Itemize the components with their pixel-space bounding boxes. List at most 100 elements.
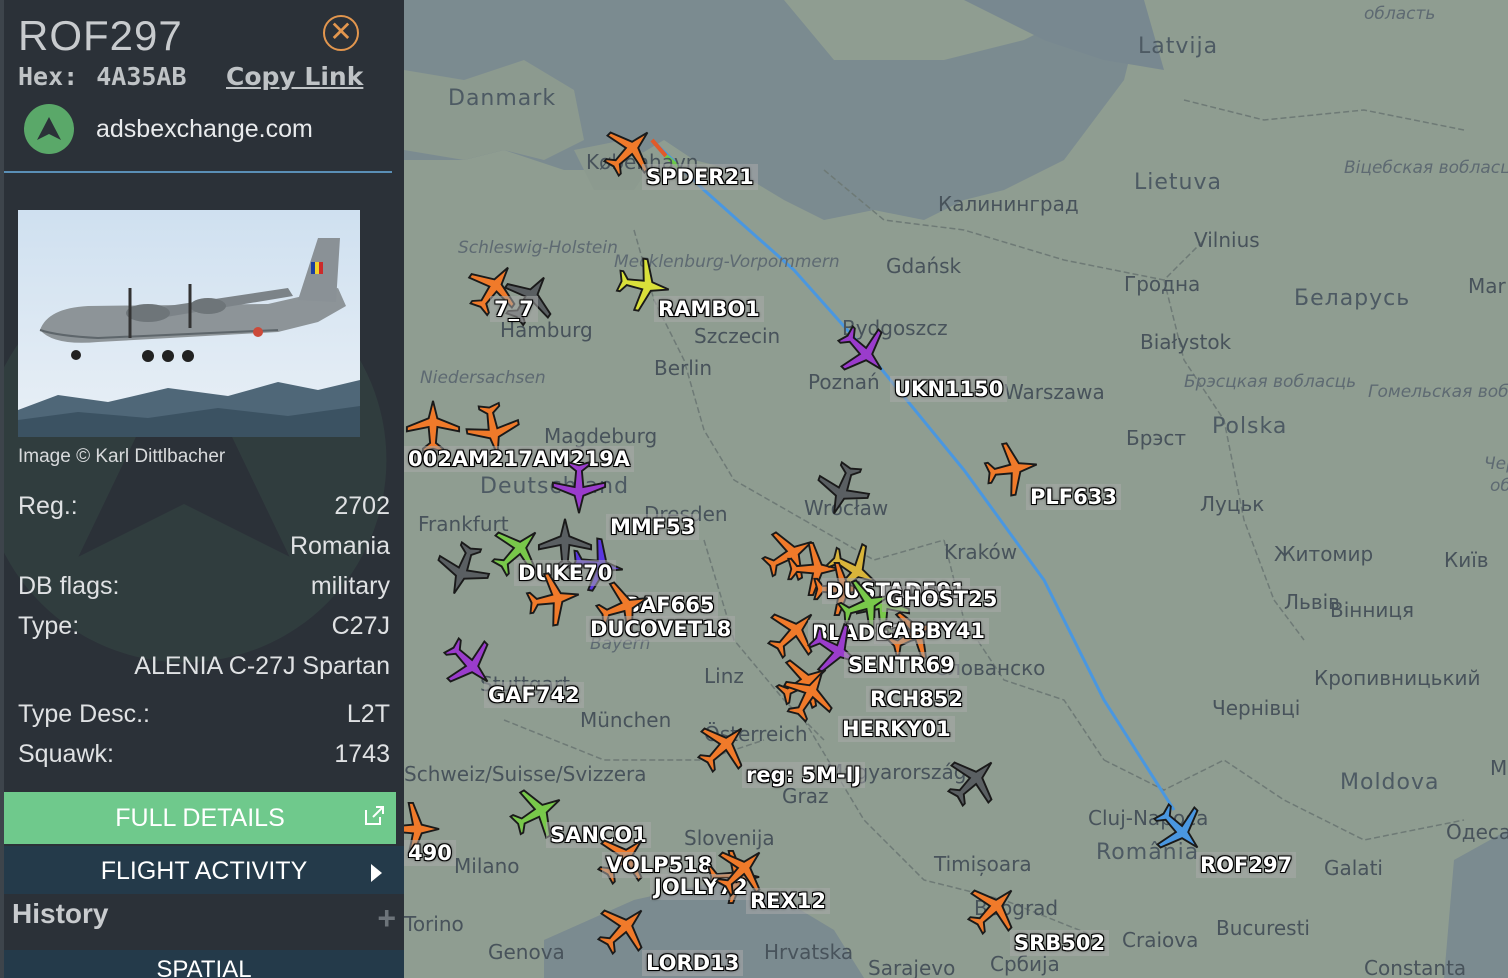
full-details-label: FULL DETAILS — [115, 804, 285, 832]
detail-key: Type: — [18, 612, 80, 640]
copy-link[interactable]: Copy Link — [226, 62, 363, 91]
map-place-label: Galati — [1324, 856, 1383, 880]
map-view[interactable]: DanmarkLatvijaLietuvaБеларусьPolskaDeuts… — [404, 0, 1508, 978]
map-place-label: Київ — [1444, 548, 1489, 572]
detail-value: 2702 — [334, 492, 390, 520]
aircraft-callsign-label[interactable]: DUCOVET18 — [586, 616, 736, 642]
adsbexchange-logo-icon — [24, 104, 74, 154]
map-place-label: Брэсцкая вобласць — [1184, 372, 1357, 392]
map-place-label: Чернівці — [1212, 696, 1301, 720]
aircraft-callsign-label[interactable]: GAF742 — [484, 682, 584, 708]
aircraft-callsign-label[interactable]: LORD13 — [642, 950, 744, 976]
map-place-label: Magdeburg — [544, 424, 658, 448]
map-place-label: Вінниця — [1330, 598, 1415, 622]
expand-plus-icon: + — [377, 900, 396, 936]
aircraft-callsign-label[interactable]: SRB502 — [1010, 930, 1110, 956]
map-place-label: Луцьк — [1200, 492, 1265, 516]
detail-value: Romania — [289, 532, 390, 560]
map-place-label: Bucuresti — [1216, 916, 1310, 940]
map-place-label: Schweiz/Suisse/Svizzera — [404, 762, 647, 786]
aircraft-callsign-label[interactable]: SENTR69 — [844, 652, 959, 678]
aircraft-callsign-label[interactable]: REX12 — [746, 888, 830, 914]
map-place-label: Vilnius — [1194, 228, 1260, 252]
map-place-label: Warszawa — [1004, 380, 1105, 404]
map-place-label: Черн — [1484, 454, 1508, 474]
map-place-label: Torino — [404, 912, 464, 936]
detail-value: military — [310, 572, 390, 600]
full-details-button[interactable]: FULL DETAILS — [4, 792, 396, 844]
hex-value: 4A35AB — [96, 62, 187, 91]
chevron-right-icon — [371, 864, 382, 882]
map-place-label: Віцебская вобласць — [1344, 158, 1508, 178]
map-place-label: Szczecin — [694, 324, 781, 348]
close-button[interactable]: ✕ — [323, 15, 359, 51]
map-place-label: München — [580, 708, 672, 732]
aircraft-callsign-label[interactable]: CABBY41 — [874, 618, 989, 644]
image-credit: Image © Karl Dittlbacher — [18, 446, 226, 467]
map-place-label: Калининград — [938, 192, 1079, 216]
hex-row: Hex: 4A35AB — [18, 62, 187, 91]
map-place-label: Timișoara — [934, 852, 1032, 876]
detail-key: DB flags: — [18, 572, 120, 600]
map-place-label: Беларусь — [1294, 286, 1411, 311]
aircraft-icon[interactable] — [550, 458, 608, 516]
aircraft-icon[interactable] — [519, 565, 586, 632]
aircraft-callsign-label[interactable]: MMF53 — [606, 514, 700, 540]
map-place-label: Гомельская вобласць — [1368, 382, 1508, 402]
map-place-label: Craiova — [1122, 928, 1199, 952]
flight-activity-button[interactable]: FLIGHT ACTIVITY — [4, 846, 404, 894]
map-place-label: Mi — [1490, 756, 1508, 780]
hex-label: Hex: — [18, 62, 79, 91]
detail-key: Squawk: — [18, 740, 114, 768]
map-place-label: Житомир — [1274, 542, 1374, 566]
aircraft-callsign-label[interactable]: SPDER21 — [642, 164, 758, 190]
site-link[interactable]: adsbexchange.com — [24, 104, 313, 154]
map-place-label: Одеса — [1446, 820, 1508, 844]
aircraft-callsign-label[interactable]: RCH852 — [866, 686, 967, 712]
aircraft-callsign-label[interactable]: ROF297 — [1196, 852, 1297, 878]
map-place-label: Genova — [488, 940, 565, 964]
aircraft-callsign: ROF297 — [18, 12, 183, 59]
aircraft-callsign-label[interactable]: HERKY01 — [838, 716, 955, 742]
history-section-header[interactable]: History + — [12, 898, 400, 942]
aircraft-callsign-label[interactable]: PLF633 — [1026, 484, 1121, 510]
aircraft-callsign-label[interactable]: 7_7 — [490, 296, 538, 322]
map-place-label: Kraków — [944, 540, 1018, 564]
map-place-label: Latvija — [1138, 34, 1219, 59]
spatial-label: SPATIAL — [156, 956, 252, 978]
map-place-label: Hrvatska — [764, 940, 854, 964]
aircraft-callsign-label[interactable]: reg: 5M-IJ — [742, 762, 866, 788]
map-place-label: Gdańsk — [886, 254, 962, 278]
close-icon: ✕ — [329, 16, 353, 47]
detail-key: Type Desc.: — [18, 700, 150, 728]
map-place-label: Sarajevo — [868, 956, 956, 978]
detail-value: ALENIA C-27J Spartan — [134, 652, 390, 680]
map-place-label: Niedersachsen — [420, 368, 546, 388]
detail-key: Reg.: — [18, 492, 78, 520]
map-place-label: Milano — [454, 854, 520, 878]
map-place-label: Constanta — [1364, 956, 1467, 978]
aircraft-callsign-label[interactable]: RAMBO1 — [654, 296, 764, 322]
divider — [4, 171, 392, 173]
aircraft-callsign-label[interactable]: 490 — [404, 840, 456, 866]
map-place-label: Гродна — [1124, 272, 1201, 296]
detail-value: C27J — [331, 612, 390, 640]
map-place-label: область — [1364, 4, 1436, 24]
map-place-label: Berlin — [654, 356, 713, 380]
map-place-label: Mar — [1468, 274, 1506, 298]
flight-activity-label: FLIGHT ACTIVITY — [100, 857, 308, 885]
aircraft-callsign-label[interactable]: UKN1150 — [890, 376, 1008, 402]
map-place-label: Linz — [704, 664, 744, 688]
detail-value: 1743 — [334, 740, 390, 768]
history-label: History — [12, 898, 109, 929]
spatial-button[interactable]: SPATIAL — [4, 950, 404, 978]
aircraft-photo[interactable] — [18, 210, 360, 437]
map-place-label: об — [1490, 476, 1508, 496]
map-place-label: Кропивницький — [1314, 666, 1481, 690]
external-link-icon — [365, 806, 384, 825]
detail-value: L2T — [346, 700, 390, 728]
map-place-label: Lietuva — [1134, 170, 1222, 195]
map-place-label: Moldova — [1340, 770, 1440, 795]
aircraft-info-panel: ROF297 ✕ Hex: 4A35AB Copy Link adsbexchan… — [0, 0, 404, 978]
site-name: adsbexchange.com — [96, 114, 313, 143]
